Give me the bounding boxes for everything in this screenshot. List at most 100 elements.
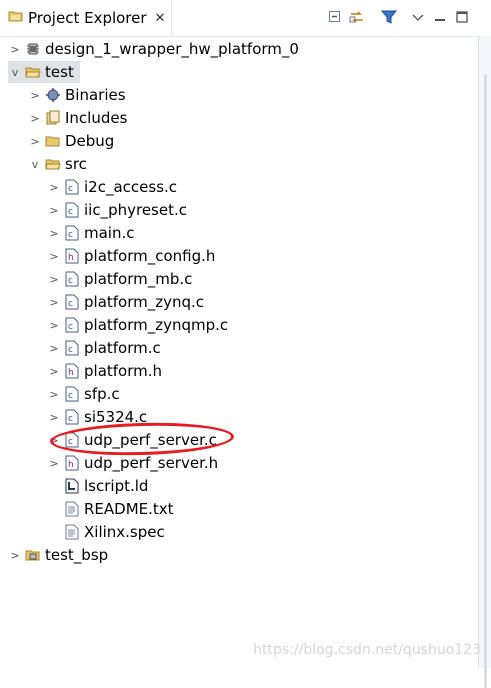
svg-text:c: c <box>68 184 73 194</box>
tree-item-label: i2c_access.c <box>84 178 178 196</box>
chevron-right-icon[interactable]: > <box>28 135 42 148</box>
c-file-icon: c <box>64 386 80 402</box>
svg-text:c: c <box>68 391 73 401</box>
chevron-right-icon[interactable]: > <box>47 204 61 217</box>
tree-item-file[interactable]: > c platform_mb.c <box>47 268 198 290</box>
c-file-icon: c <box>64 202 80 218</box>
chevron-right-icon[interactable]: > <box>28 112 42 125</box>
tree-item-includes[interactable]: > Includes <box>28 107 133 129</box>
chevron-right-icon[interactable]: > <box>47 342 61 355</box>
tree-item-file[interactable]: > h udp_perf_server.h <box>47 452 224 474</box>
chevron-right-icon[interactable]: > <box>47 411 61 424</box>
c-file-icon: c <box>64 179 80 195</box>
h-file-icon: h <box>64 363 80 379</box>
tree-item-lscript[interactable]: lscript.ld <box>47 475 154 497</box>
tree-item-file[interactable]: > h platform.h <box>47 360 168 382</box>
tree-item-file[interactable]: > h platform_config.h <box>47 245 221 267</box>
h-file-icon: h <box>64 455 80 471</box>
chevron-right-icon[interactable]: > <box>47 457 61 470</box>
text-file-icon <box>64 524 80 540</box>
collapse-all-icon[interactable] <box>327 9 343 25</box>
tree-item-file[interactable]: > c sfp.c <box>47 383 126 405</box>
filter-icon[interactable] <box>380 9 398 25</box>
svg-text:c: c <box>68 345 73 355</box>
watermark: https://blog.csdn.net/qushuo123 <box>253 642 481 658</box>
chevron-down-icon[interactable]: v <box>8 66 22 79</box>
tree-item-file[interactable]: > c platform_zynqmp.c <box>47 314 234 336</box>
svg-text:c: c <box>68 299 73 309</box>
tree-item-file[interactable]: > c platform.c <box>47 337 167 359</box>
tree-item-test[interactable]: v test <box>8 61 80 83</box>
chevron-right-icon[interactable]: > <box>47 365 61 378</box>
chevron-right-icon[interactable]: > <box>47 250 61 263</box>
view-menu-icon[interactable] <box>410 9 426 25</box>
tree-item-design-platform[interactable]: > design_1_wrapper_hw_platform_0 <box>8 38 305 60</box>
svg-text:c: c <box>68 276 73 286</box>
chevron-right-icon[interactable]: > <box>47 319 61 332</box>
tree-item-label: lscript.ld <box>84 477 149 495</box>
c-file-icon: c <box>64 409 80 425</box>
tree-item-file[interactable]: > c iic_phyreset.c <box>47 199 193 221</box>
tree-item-test-bsp[interactable]: > test_bsp <box>8 544 114 566</box>
chevron-right-icon[interactable]: > <box>28 89 42 102</box>
tree-item-label: platform_mb.c <box>84 270 193 288</box>
link-with-editor-icon[interactable] <box>349 9 365 25</box>
tree-item-label: sfp.c <box>84 385 120 403</box>
tree-item-label: README.txt <box>84 500 174 518</box>
bsp-project-icon <box>25 547 41 563</box>
chevron-right-icon[interactable]: > <box>8 43 22 56</box>
svg-text:h: h <box>68 253 74 263</box>
c-file-icon: c <box>64 271 80 287</box>
svg-text:h: h <box>68 368 74 378</box>
project-tree[interactable]: > design_1_wrapper_hw_platform_0 v test … <box>0 36 478 668</box>
tree-item-src[interactable]: v src <box>28 153 93 175</box>
binaries-icon <box>45 87 61 103</box>
tab-project-explorer[interactable]: Project Explorer ✕ <box>0 0 172 36</box>
chevron-right-icon[interactable]: > <box>47 388 61 401</box>
tree-item-file[interactable]: > c main.c <box>47 222 141 244</box>
c-file-icon: c <box>64 294 80 310</box>
tree-item-debug[interactable]: > Debug <box>28 130 120 152</box>
svg-text:c: c <box>68 414 73 424</box>
chevron-down-icon[interactable]: v <box>28 158 42 171</box>
source-folder-icon <box>45 156 61 172</box>
tree-item-binaries[interactable]: > Binaries <box>28 84 132 106</box>
tree-item-label: test <box>45 63 74 81</box>
tree-item-label: udp_perf_server.h <box>84 454 219 472</box>
chevron-right-icon[interactable]: > <box>47 296 61 309</box>
tree-item-label: platform_config.h <box>84 247 216 265</box>
tree-item-label: main.c <box>84 224 135 242</box>
text-file-icon <box>64 501 80 517</box>
chevron-right-icon[interactable]: > <box>47 227 61 240</box>
tree-item-label: platform_zynqmp.c <box>84 316 229 334</box>
tree-item-label: Binaries <box>65 86 126 104</box>
maximize-icon[interactable] <box>454 9 470 25</box>
tree-item-label: Xilinx.spec <box>84 523 165 541</box>
chevron-right-icon[interactable]: > <box>47 181 61 194</box>
tree-item-file[interactable]: > c i2c_access.c <box>47 176 183 198</box>
close-icon[interactable]: ✕ <box>155 11 166 26</box>
tab-title: Project Explorer <box>28 9 147 27</box>
tree-item-label: design_1_wrapper_hw_platform_0 <box>45 40 299 58</box>
tree-item-label: platform_zynq.c <box>84 293 205 311</box>
svg-text:h: h <box>68 460 74 470</box>
tree-item-label: src <box>65 155 87 173</box>
tree-item-label: iic_phyreset.c <box>84 201 187 219</box>
tree-item-file[interactable]: > c platform_zynq.c <box>47 291 210 313</box>
tree-item-spec[interactable]: Xilinx.spec <box>47 521 171 543</box>
minimize-icon[interactable] <box>432 9 448 25</box>
tree-item-label: Debug <box>65 132 115 150</box>
linker-script-icon <box>64 478 80 494</box>
tree-item-label: platform.c <box>84 339 161 357</box>
hw-platform-project-icon <box>25 41 41 57</box>
scrollbar[interactable] <box>478 36 491 688</box>
folder-icon <box>45 133 61 149</box>
tree-item-readme[interactable]: README.txt <box>47 498 180 520</box>
c-file-icon: c <box>64 225 80 241</box>
chevron-right-icon[interactable]: > <box>47 273 61 286</box>
tree-item-label: test_bsp <box>45 546 109 564</box>
tree-item-label: Includes <box>65 109 128 127</box>
svg-text:c: c <box>68 322 73 332</box>
chevron-right-icon[interactable]: > <box>8 549 22 562</box>
c-file-icon: c <box>64 317 80 333</box>
